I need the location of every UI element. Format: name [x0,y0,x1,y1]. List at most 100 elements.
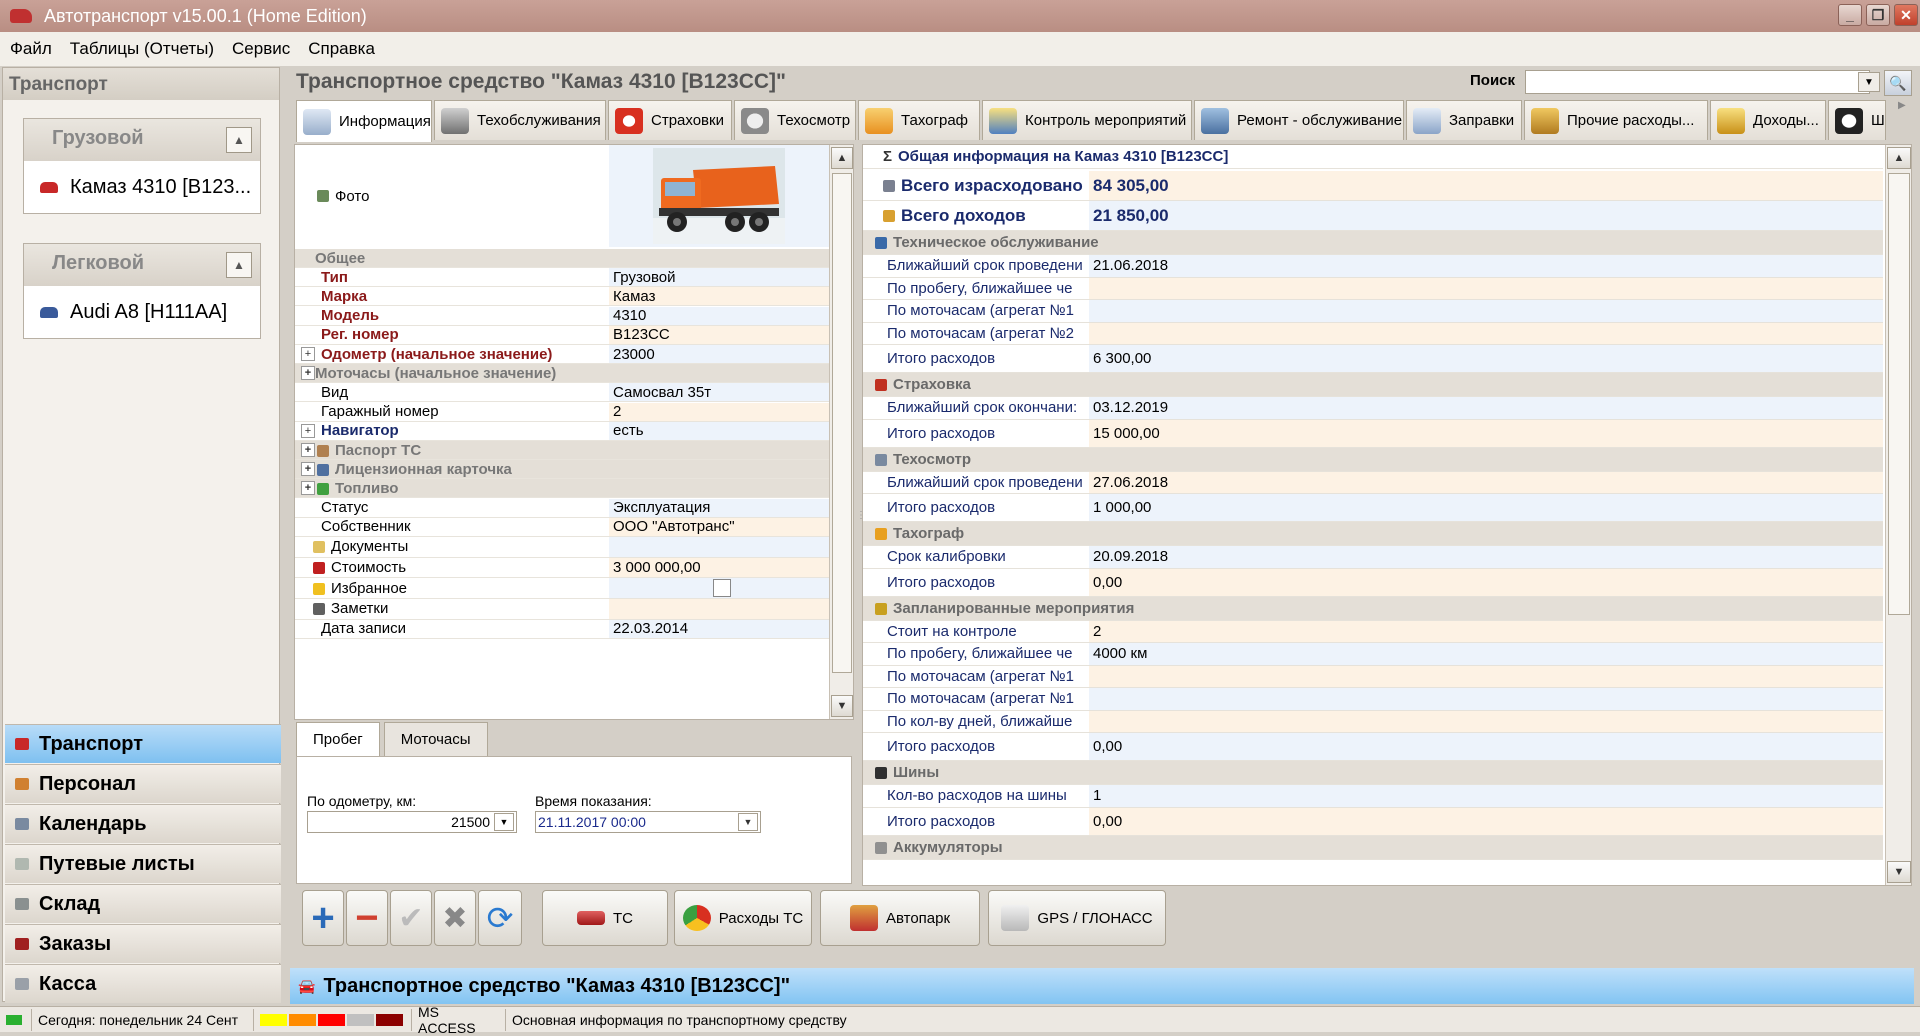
menu-file[interactable]: Файл [10,39,52,59]
property-row[interactable]: Собственник ООО "Автотранс" [295,517,829,537]
summary-row[interactable]: Итого расходов 0,00 [863,807,1883,836]
property-value[interactable]: Грузовой [609,268,829,287]
odometer-field[interactable]: 21500 ▼ [307,811,517,833]
vehicle-button[interactable]: ТС [542,890,668,946]
tab-events[interactable]: Контроль мероприятий [982,100,1192,140]
property-row[interactable]: + Топливо [295,479,829,499]
vehicle-expenses-button[interactable]: Расходы ТС [674,890,812,946]
splitter-handle[interactable]: ⋮ [856,510,866,534]
property-value[interactable] [609,441,829,459]
property-row[interactable]: Документы [295,537,829,558]
vehicle-photo[interactable] [609,145,829,247]
tab-tachograph[interactable]: Тахограф [858,100,980,140]
tab-insurance[interactable]: Страховки [608,100,732,140]
tab-mileage[interactable]: Пробег [296,722,380,756]
summary-row[interactable]: Всего доходов 21 850,00 [863,201,1883,231]
scroll-thumb[interactable] [1888,173,1910,615]
scroll-down-icon[interactable]: ▼ [1887,861,1911,883]
nav-calendar[interactable]: Календарь [5,804,281,843]
apply-button[interactable]: ✔ [390,890,432,946]
property-row[interactable]: Дата записи 22.03.2014 [295,619,829,639]
property-value[interactable]: 3 000 000,00 [609,557,829,578]
summary-row[interactable]: Срок калибровки 20.09.2018 [863,546,1883,569]
property-value[interactable] [609,479,829,498]
search-button[interactable]: 🔍 [1884,70,1912,96]
cancel-button[interactable]: ✖ [434,890,476,946]
summary-row[interactable]: По пробегу, ближайшее че [863,277,1883,300]
summary-row[interactable]: Стоит на контроле 2 [863,620,1883,643]
summary-row[interactable]: По моточасам (агрегат №1 [863,688,1883,711]
tab-tires[interactable]: Ш [1828,100,1886,140]
property-row[interactable]: Гаражный номер 2 [295,402,829,422]
property-value[interactable]: ООО "Автотранс" [609,517,829,536]
property-value[interactable]: Камаз [609,287,829,306]
property-row[interactable]: Заметки [295,599,829,620]
menu-help[interactable]: Справка [308,39,375,59]
chevron-down-icon[interactable]: ▼ [494,813,514,831]
summary-row[interactable]: Итого расходов 0,00 [863,733,1883,761]
nav-transport[interactable]: Транспорт [5,724,281,763]
collapse-icon[interactable]: ▲ [226,252,252,278]
property-value[interactable]: В123СС [609,325,829,344]
tab-repair[interactable]: Ремонт - обслуживание [1194,100,1404,140]
property-row[interactable]: Вид Самосвал 35т [295,383,829,403]
property-row[interactable]: Статус Эксплуатация [295,498,829,518]
delete-button[interactable]: − [346,890,388,946]
summary-row[interactable]: Ближайший срок проведени 27.06.2018 [863,471,1883,494]
property-value[interactable]: есть [609,421,829,440]
summary-row[interactable]: По моточасам (агрегат №2 [863,322,1883,345]
property-value[interactable]: 23000 [609,345,829,363]
expand-icon[interactable]: + [301,423,315,438]
tab-inspection[interactable]: Техосмотр [734,100,856,140]
property-value[interactable]: Эксплуатация [609,498,829,517]
property-value[interactable] [609,578,829,598]
property-value[interactable] [609,249,829,267]
scroll-thumb[interactable] [832,173,852,673]
nav-waybills[interactable]: Путевые листы [5,844,281,883]
summary-row[interactable]: По моточасам (агрегат №1 [863,300,1883,323]
summary-row[interactable]: Итого расходов 1 000,00 [863,494,1883,522]
vehicle-item-audi[interactable]: Audi A8 [Н111АА] [24,286,260,338]
summary-row[interactable]: Ближайший срок проведени 21.06.2018 [863,255,1883,278]
expand-icon[interactable]: + [301,366,315,381]
property-row[interactable]: Рег. номер В123СС [295,325,829,345]
summary-row[interactable]: По кол-ву дней, ближайше [863,710,1883,733]
property-value[interactable] [609,599,829,619]
property-row[interactable]: Стоимость 3 000 000,00 [295,557,829,579]
summary-row[interactable]: По пробегу, ближайшее че 4000 км [863,643,1883,666]
property-value[interactable] [609,460,829,479]
tab-income[interactable]: Доходы... [1710,100,1826,140]
nav-warehouse[interactable]: Склад [5,884,281,923]
property-row[interactable]: + Лицензионная карточка [295,460,829,480]
property-row[interactable]: + Одометр (начальное значение) 23000 [295,345,829,364]
scroll-up-icon[interactable]: ▲ [1887,147,1911,169]
property-value[interactable]: 22.03.2014 [609,619,829,638]
tab-info[interactable]: Информация [296,100,432,142]
nav-cash[interactable]: Касса [5,964,281,1003]
property-value[interactable]: 4310 [609,306,829,325]
gps-button[interactable]: GPS / ГЛОНАСС [988,890,1166,946]
property-value[interactable] [609,537,829,557]
menu-tables[interactable]: Таблицы (Отчеты) [70,39,214,59]
chevron-down-icon[interactable]: ▼ [1858,72,1880,92]
vehicle-item-kamaz[interactable]: Камаз 4310 [В123... [24,161,260,213]
summary-row[interactable]: Итого расходов 15 000,00 [863,419,1883,448]
search-input[interactable] [1525,70,1870,94]
summary-row[interactable]: Итого расходов 0,00 [863,568,1883,597]
expand-icon[interactable]: + [301,481,315,496]
restore-button[interactable]: ❐ [1866,4,1890,26]
scroll-up-icon[interactable]: ▲ [831,147,853,169]
tab-fuel[interactable]: Заправки [1406,100,1522,140]
summary-row[interactable]: Всего израсходовано 84 305,00 [863,171,1883,201]
expand-icon[interactable]: + [301,347,315,361]
property-row[interactable]: Общее [295,249,829,268]
expand-icon[interactable]: + [301,462,315,477]
summary-row[interactable]: Итого расходов 6 300,00 [863,345,1883,373]
summary-scrollbar[interactable]: ▲ ▼ [1885,145,1911,885]
minimize-button[interactable]: _ [1838,4,1862,26]
reading-time-field[interactable]: 21.11.2017 00:00 ▼ [535,811,761,833]
summary-row[interactable]: По моточасам (агрегат №1 [863,665,1883,688]
group-trucks-header[interactable]: Грузовой ▲ [24,119,260,161]
property-row[interactable]: Марка Камаз [295,287,829,307]
chevron-down-icon[interactable]: ▼ [738,813,758,831]
